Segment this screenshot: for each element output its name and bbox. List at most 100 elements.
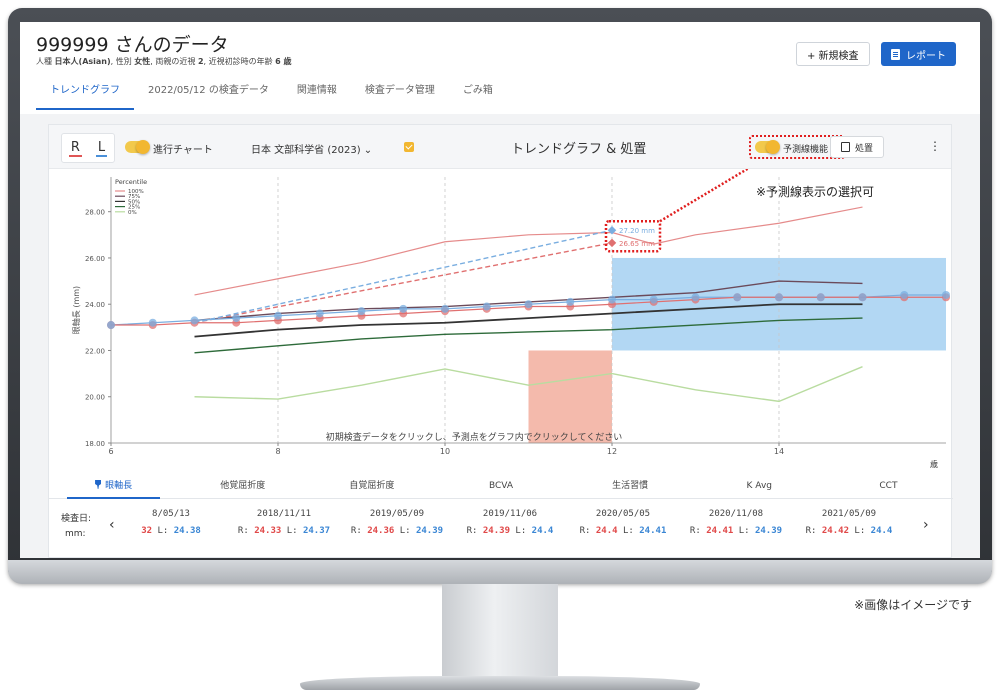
- chart-toolbar: R L 進行チャート 日本 文部科学省 (2023) ⌄ トレンドグラフ & 処…: [49, 125, 951, 169]
- y-tick-label: 28.00: [85, 209, 105, 217]
- exam-date: 2021/05/09: [821, 509, 877, 519]
- subtab-k-avg[interactable]: K Avg: [695, 475, 824, 498]
- race-value: 日本人(Asian): [54, 57, 111, 66]
- document-icon: [891, 48, 900, 60]
- left-eye-point: [482, 302, 491, 311]
- tab-trend-graph[interactable]: トレンドグラフ: [36, 80, 134, 110]
- exam-column[interactable]: 2021/05/09 R: 24.42 L: 24.4: [789, 509, 909, 536]
- standard-checkbox[interactable]: [404, 142, 414, 152]
- chart-hint: 初期検査データをクリックし、予測点をグラフ内でクリックしてください: [326, 431, 622, 443]
- y-tick-label: 26.00: [85, 255, 105, 263]
- l-key: L:: [733, 526, 755, 536]
- exam-values: R: 24.4 L: 24.41: [580, 526, 667, 536]
- standard-select-value: 日本 文部科学省 (2023): [251, 145, 361, 156]
- subtab-cct[interactable]: CCT: [824, 475, 953, 498]
- pin-icon: [95, 480, 102, 489]
- left-eye-point: [816, 293, 825, 302]
- left-eye-point: [232, 314, 241, 323]
- exam-column[interactable]: 2019/11/06 R: 24.39 L: 24.4: [450, 509, 570, 536]
- trend-chart-svg[interactable]: 18.00 20.00 22.00 24.00 26.00 28.00 6 8 10 12 14 歳 眼…: [49, 157, 953, 475]
- left-eye-point: [190, 316, 199, 325]
- trend-chart[interactable]: 18.00 20.00 22.00 24.00 26.00 28.00 6 8 10 12 14 歳 眼…: [49, 157, 953, 475]
- calendar-icon: [841, 142, 850, 152]
- page-title: 999999 さんのデータ: [36, 34, 229, 56]
- exam-column[interactable]: 2020/05/05 R: 24.4 L: 24.41: [563, 509, 683, 536]
- tab-trash[interactable]: ごみ箱: [449, 80, 507, 110]
- exam-column[interactable]: 2020/11/08 R: 24.41 L: 24.39: [676, 509, 796, 536]
- r-value: 24.36: [367, 526, 395, 536]
- more-menu-icon[interactable]: ⋮: [929, 139, 941, 153]
- sex-label: 性別: [115, 57, 132, 66]
- treatment-button[interactable]: 処置: [830, 136, 885, 158]
- exam-date: 2018/11/11: [256, 509, 312, 519]
- l-value: 24.41: [639, 526, 667, 536]
- left-eye-point: [148, 318, 157, 327]
- exam-column[interactable]: 8/05/13 32 L: 24.38: [111, 509, 231, 536]
- left-eye-point: [315, 309, 324, 318]
- exam-date: 8/05/13: [152, 509, 190, 519]
- l-value: 24.39: [754, 526, 783, 536]
- left-eye-point: [608, 295, 616, 304]
- y-axis-label: 眼軸長 (mm): [71, 286, 81, 334]
- r-value: 24.33: [254, 526, 282, 536]
- subtab-axial-length[interactable]: 眼軸長: [49, 475, 178, 499]
- exam-column[interactable]: 2019/05/09 R: 24.36 L: 24.39: [337, 509, 457, 536]
- right-eye-toggle[interactable]: R: [68, 140, 82, 157]
- exam-column[interactable]: 2018/11/11 R: 24.33 L: 24.37: [224, 509, 344, 536]
- left-eye-point: [524, 300, 533, 309]
- left-eye-point: [566, 297, 575, 306]
- trend-card: R L 進行チャート 日本 文部科学省 (2023) ⌄ トレンドグラフ & 処…: [48, 124, 953, 558]
- subtab-lifestyle[interactable]: 生活習慣: [566, 475, 695, 498]
- l-key: L:: [394, 526, 416, 536]
- x-tick-label: 8: [275, 447, 280, 456]
- exam-values: R: 24.42 L: 24.4: [806, 526, 893, 536]
- event-zone: [528, 350, 612, 443]
- next-arrow-icon[interactable]: ›: [923, 517, 929, 533]
- tab-related-info[interactable]: 関連情報: [283, 80, 351, 110]
- r-key: R:: [466, 526, 483, 536]
- exam-values: R: 24.36 L: 24.39: [351, 526, 443, 536]
- exam-values: R: 24.33 L: 24.37: [238, 526, 330, 536]
- tab-exam-data[interactable]: 2022/05/12 の検査データ: [134, 80, 283, 110]
- r-value: 24.39: [482, 526, 510, 536]
- exam-date: 2019/11/06: [482, 509, 538, 519]
- l-value: 24.39: [415, 526, 444, 536]
- r-key: R:: [689, 526, 707, 536]
- sex-value: 女性: [134, 57, 151, 66]
- prediction-marker-right: [607, 238, 617, 248]
- standard-select[interactable]: 日本 文部科学省 (2023) ⌄: [251, 141, 372, 156]
- left-eye-point: [942, 290, 950, 299]
- r-value: 24.42: [821, 526, 849, 536]
- y-tick-label: 24.00: [85, 301, 105, 309]
- patient-info: 人種 日本人(Asian), 性別 女性, 両親の近視 2, 近視初診時の年齢 …: [36, 57, 292, 66]
- r-key: R:: [350, 526, 368, 536]
- report-button[interactable]: レポート: [881, 42, 956, 66]
- y-tick-label: 18.00: [85, 440, 105, 448]
- l-value: 24.4: [870, 526, 893, 536]
- progress-chart-toggle[interactable]: [125, 140, 150, 154]
- age-value: 6 歳: [275, 57, 292, 66]
- left-eye-point: [274, 311, 282, 320]
- exam-values: R: 24.41 L: 24.39: [690, 526, 782, 536]
- new-exam-button[interactable]: + 新規検査: [796, 42, 870, 66]
- l-value: 24.4: [531, 526, 554, 536]
- subtab-bcva[interactable]: BCVA: [436, 475, 565, 498]
- monitor-base: [300, 676, 700, 690]
- left-eye-toggle[interactable]: L: [95, 140, 108, 157]
- l-key: L:: [848, 526, 871, 536]
- subtab-objective-refraction[interactable]: 他覚屈折度: [178, 475, 307, 498]
- tab-data-management[interactable]: 検査データ管理: [351, 80, 449, 110]
- y-tick-label: 22.00: [85, 347, 105, 355]
- main-tabs: トレンドグラフ 2022/05/12 の検査データ 関連情報 検査データ管理 ご…: [36, 80, 507, 110]
- y-tick-label: 20.00: [85, 394, 105, 402]
- prediction-label-right: 26.65 mm: [619, 240, 655, 248]
- age-label: 近視初診時の年齢: [208, 57, 273, 66]
- left-eye-point: [858, 293, 867, 302]
- x-tick-label: 14: [774, 447, 784, 456]
- mm-row-label: mm:: [65, 529, 86, 539]
- l-key: L:: [281, 526, 303, 536]
- treatment-label: 処置: [855, 143, 874, 154]
- exam-date: 2020/05/05: [595, 509, 651, 519]
- highlight-connector: [659, 157, 765, 223]
- subtab-subjective-refraction[interactable]: 自覚屈折度: [307, 475, 436, 498]
